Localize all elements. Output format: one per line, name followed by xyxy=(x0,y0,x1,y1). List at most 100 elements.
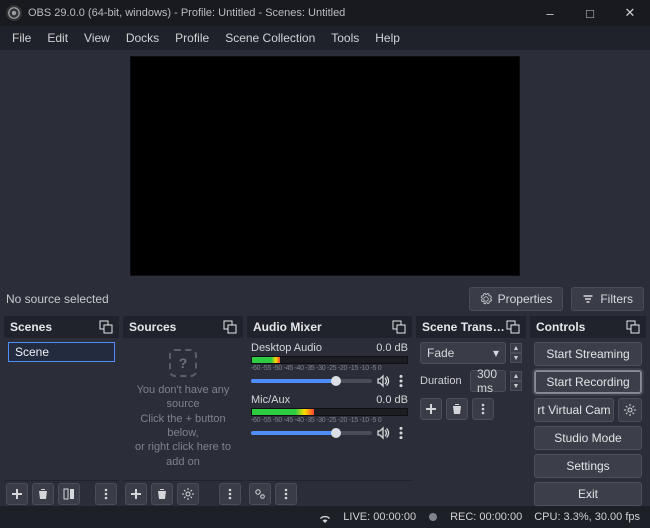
gears-icon xyxy=(254,488,266,500)
transition-spin[interactable]: ▲ ▼ xyxy=(510,343,522,363)
sources-dock: Sources ? You don't have any source Clic… xyxy=(123,316,243,506)
speaker-icon[interactable] xyxy=(376,374,390,388)
no-source-label: No source selected xyxy=(6,292,156,306)
properties-button[interactable]: Properties xyxy=(469,287,564,311)
channel-level: 0.0 dB xyxy=(376,342,408,354)
duration-input[interactable]: 300 ms xyxy=(470,370,506,392)
popout-icon[interactable] xyxy=(392,320,406,334)
speaker-icon[interactable] xyxy=(376,426,390,440)
help-icon: ? xyxy=(169,349,197,377)
channel-name: Mic/Aux xyxy=(251,394,290,406)
filters-button[interactable]: Filters xyxy=(571,287,644,311)
rec-status: REC: 00:00:00 xyxy=(450,511,522,523)
db-scale: -60 -55 -50 -45 -40 -35 -30 -25 -20 -15 … xyxy=(251,365,408,372)
mixer-header[interactable]: Audio Mixer xyxy=(247,316,412,338)
transition-menu-button[interactable] xyxy=(472,398,494,420)
menu-file[interactable]: File xyxy=(4,28,39,48)
scenes-header[interactable]: Scenes xyxy=(4,316,119,338)
gear-icon xyxy=(624,404,636,416)
scenes-menu-button[interactable] xyxy=(95,483,117,505)
remove-transition-button[interactable] xyxy=(446,398,468,420)
preview-area xyxy=(0,50,650,282)
popout-icon[interactable] xyxy=(223,320,237,334)
trash-icon xyxy=(156,488,168,500)
remove-scene-button[interactable] xyxy=(32,483,54,505)
controls-dock: Controls Start Streaming Start Recording… xyxy=(530,316,646,506)
scenes-footer xyxy=(4,480,119,506)
sources-empty-state[interactable]: ? You don't have any source Click the + … xyxy=(127,342,239,476)
trash-icon xyxy=(37,488,49,500)
plus-icon xyxy=(425,403,437,415)
window-title: OBS 29.0.0 (64-bit, windows) - Profile: … xyxy=(28,7,530,19)
mixer-footer xyxy=(247,480,412,506)
chevron-up-icon[interactable]: ▲ xyxy=(510,343,522,353)
kebab-icon[interactable] xyxy=(394,426,408,440)
maximize-button[interactable]: □ xyxy=(570,0,610,26)
close-button[interactable]: ✕ xyxy=(610,0,650,26)
popout-icon[interactable] xyxy=(626,320,640,334)
rec-indicator xyxy=(428,512,438,522)
channel-name: Desktop Audio xyxy=(251,342,322,354)
app-logo xyxy=(6,5,22,21)
gear-icon xyxy=(182,488,194,500)
volume-slider[interactable] xyxy=(251,431,372,435)
kebab-icon[interactable] xyxy=(394,374,408,388)
studio-mode-button[interactable]: Studio Mode xyxy=(534,426,642,450)
menu-profile[interactable]: Profile xyxy=(167,28,217,48)
start-virtual-cam-button[interactable]: rt Virtual Cam xyxy=(534,398,614,422)
menu-help[interactable]: Help xyxy=(367,28,408,48)
controls-header[interactable]: Controls xyxy=(530,316,646,338)
mixer-channel: Mic/Aux 0.0 dB -60 -55 -50 -45 -40 -35 -30… xyxy=(251,394,408,440)
kebab-icon xyxy=(100,488,112,500)
chevron-down-icon[interactable]: ▼ xyxy=(510,381,522,391)
menu-tools[interactable]: Tools xyxy=(323,28,367,48)
remove-source-button[interactable] xyxy=(151,483,173,505)
exit-button[interactable]: Exit xyxy=(534,482,642,506)
audio-meter xyxy=(251,356,408,364)
chevron-down-icon[interactable]: ▼ xyxy=(510,353,522,363)
transitions-header[interactable]: Scene Transiti... xyxy=(416,316,526,338)
sources-footer xyxy=(123,480,243,506)
popout-icon[interactable] xyxy=(99,320,113,334)
db-scale: -60 -55 -50 -45 -40 -35 -30 -25 -20 -15 … xyxy=(251,417,408,424)
settings-button[interactable]: Settings xyxy=(534,454,642,478)
add-scene-button[interactable] xyxy=(6,483,28,505)
add-transition-button[interactable] xyxy=(420,398,442,420)
trash-icon xyxy=(451,403,463,415)
menu-edit[interactable]: Edit xyxy=(39,28,76,48)
status-bar: LIVE: 00:00:00 REC: 00:00:00 CPU: 3.3%, … xyxy=(0,506,650,528)
mixer-menu-button[interactable] xyxy=(275,483,297,505)
advanced-audio-button[interactable] xyxy=(249,483,271,505)
minimize-button[interactable]: – xyxy=(530,0,570,26)
duration-spin[interactable]: ▲ ▼ xyxy=(510,371,522,391)
sources-menu-button[interactable] xyxy=(219,483,241,505)
menu-docks[interactable]: Docks xyxy=(118,28,167,48)
preview-canvas[interactable] xyxy=(130,56,520,276)
audio-meter xyxy=(251,408,408,416)
menu-view[interactable]: View xyxy=(76,28,118,48)
start-recording-button[interactable]: Start Recording xyxy=(534,370,642,394)
scene-filters-button[interactable] xyxy=(58,483,80,505)
chevron-down-icon: ▾ xyxy=(493,346,499,360)
sources-header[interactable]: Sources xyxy=(123,316,243,338)
plus-icon xyxy=(11,488,23,500)
channel-level: 0.0 dB xyxy=(376,394,408,406)
signal-icon xyxy=(319,511,331,523)
source-properties-button[interactable] xyxy=(177,483,199,505)
menu-scene-collection[interactable]: Scene Collection xyxy=(217,28,323,48)
add-source-button[interactable] xyxy=(125,483,147,505)
transitions-dock: Scene Transiti... Fade ▾ ▲ ▼ Duration xyxy=(416,316,526,506)
scene-item[interactable]: Scene xyxy=(8,342,115,362)
docks-row: Scenes Scene Sources ? You don't have an… xyxy=(0,316,650,506)
chevron-up-icon[interactable]: ▲ xyxy=(510,371,522,381)
properties-label: Properties xyxy=(498,292,553,306)
titlebar: OBS 29.0.0 (64-bit, windows) - Profile: … xyxy=(0,0,650,26)
volume-slider[interactable] xyxy=(251,379,372,383)
filter-icon xyxy=(582,293,594,305)
popout-icon[interactable] xyxy=(506,320,520,334)
start-streaming-button[interactable]: Start Streaming xyxy=(534,342,642,366)
audio-mixer-dock: Audio Mixer Desktop Audio 0.0 dB -60 -55 -… xyxy=(247,316,412,506)
virtual-cam-settings-button[interactable] xyxy=(618,398,642,422)
transition-select[interactable]: Fade ▾ xyxy=(420,342,506,364)
kebab-icon xyxy=(224,488,236,500)
